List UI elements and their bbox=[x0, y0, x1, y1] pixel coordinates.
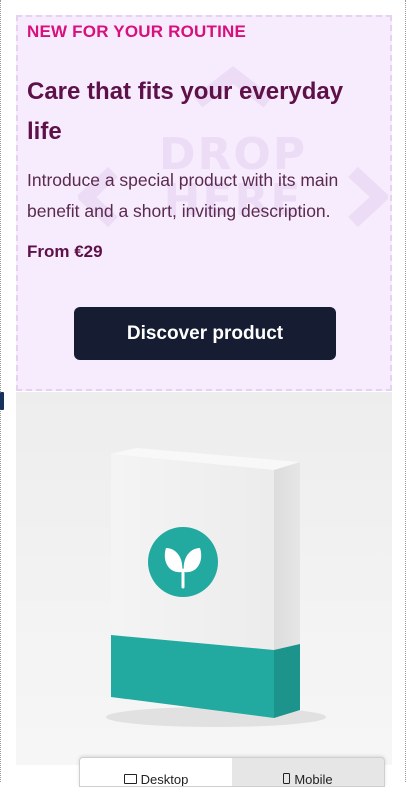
block-drag-handle[interactable] bbox=[0, 392, 4, 410]
hero-headline: Care that fits your everyday life bbox=[27, 78, 344, 145]
mobile-icon bbox=[283, 773, 291, 784]
hero-block[interactable]: DROP HERE NEW FOR YOUR ROUTINE Care that … bbox=[16, 15, 392, 391]
view-toggle: Desktop Mobile bbox=[79, 757, 385, 787]
product-box-illustration bbox=[106, 448, 326, 727]
email-canvas: DROP HERE NEW FOR YOUR ROUTINE Care that … bbox=[0, 0, 406, 787]
eyebrow-text: NEW FOR YOUR ROUTINE bbox=[27, 22, 247, 41]
discover-product-button[interactable]: Discover product bbox=[74, 307, 336, 360]
price-text: From €29 bbox=[27, 242, 103, 261]
product-image[interactable] bbox=[16, 392, 392, 765]
desktop-label: Desktop bbox=[140, 772, 189, 787]
mobile-label: Mobile bbox=[294, 772, 333, 787]
hero-description: Introduce a special product with its mai… bbox=[27, 170, 339, 221]
desktop-icon bbox=[123, 774, 137, 784]
